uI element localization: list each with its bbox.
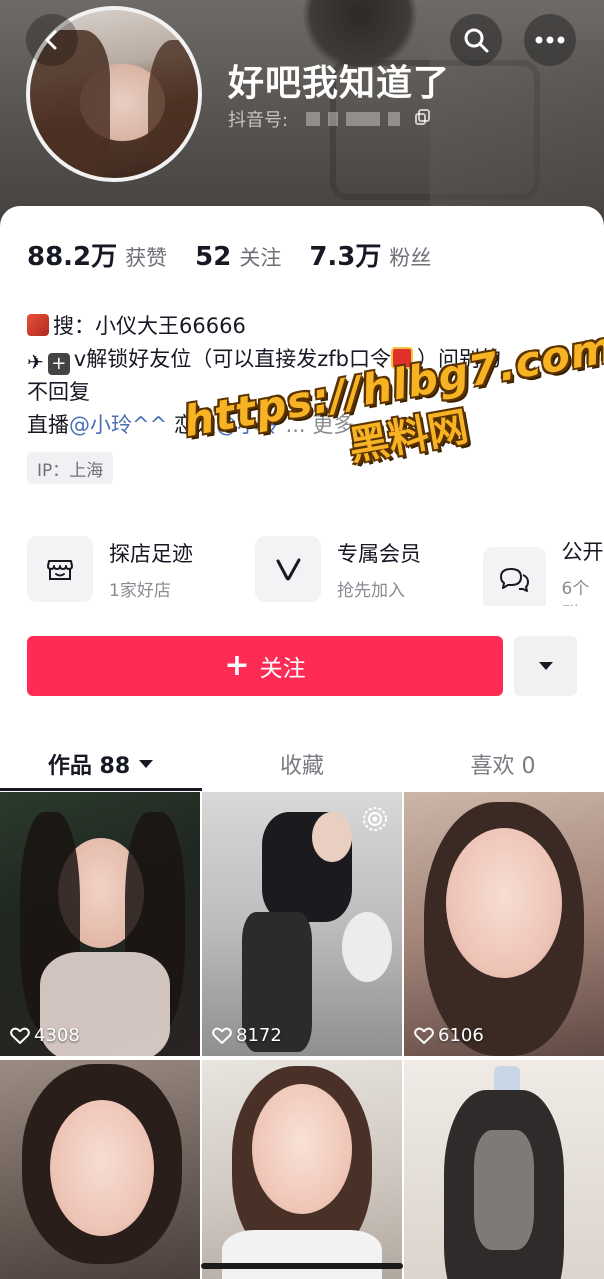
search-icon [464, 28, 489, 53]
tab-label: 收藏 [279, 754, 324, 779]
content-tabs: 作品 88 收藏 喜欢 0 [0, 736, 604, 792]
search-button[interactable] [450, 14, 502, 66]
video-thumbnail[interactable]: 6106 [404, 792, 604, 1056]
plus-emoji-icon: + [47, 353, 70, 375]
mention-link[interactable]: @小玲^^ [69, 413, 167, 437]
stat-label: 粉丝 [389, 246, 432, 270]
recommend-dropdown-button[interactable] [514, 636, 577, 696]
video-thumbnail[interactable]: 8172 [202, 792, 402, 1056]
profile-cover: 好吧我知道了 抖音号: [0, 0, 604, 230]
video-thumbnail[interactable] [404, 1060, 604, 1279]
douyin-id: 抖音号: [228, 106, 432, 132]
more-options-button[interactable] [524, 14, 576, 66]
copy-icon[interactable] [414, 108, 432, 131]
heart-icon [414, 1027, 434, 1044]
nickname: 好吧我知道了 [228, 63, 451, 104]
feature-subtitle: 1家好店 [109, 580, 171, 601]
home-indicator [201, 1263, 403, 1269]
stat-value: 7.3万 [309, 242, 382, 272]
stat-followers[interactable]: 7.3万 粉丝 [309, 236, 431, 273]
feature-subtitle: 抢先加入 [337, 580, 405, 601]
video-thumbnail[interactable] [0, 1060, 200, 1279]
caret-down-icon [139, 760, 154, 768]
feature-membership[interactable]: 专属会员 抢先加入 [255, 536, 421, 602]
douyin-id-label: 抖音号: [228, 110, 289, 131]
scarf-emoji-icon [27, 314, 49, 336]
tab-label: 喜欢 0 [470, 754, 536, 779]
heart-icon [10, 1027, 30, 1044]
vip-v-icon [255, 536, 321, 602]
back-arrow-icon [45, 30, 57, 50]
stat-value: 52 [195, 242, 232, 272]
feature-row: 探店足迹 1家好店 专属会员 抢先加入 公开 6个 [27, 536, 604, 606]
heart-icon [212, 1027, 232, 1044]
feature-store-visits[interactable]: 探店足迹 1家好店 [27, 536, 193, 602]
store-icon [27, 536, 93, 602]
feature-subtitle: 6个群 [561, 579, 590, 606]
profile-page: 好吧我知道了 抖音号: 88.2万 获赞 52 关注 7.3万 粉丝 搜：小仪大… [0, 0, 604, 1279]
bio-line: 搜：小仪大王66666 [27, 310, 567, 343]
live-status-icon [362, 806, 388, 836]
caret-down-icon [538, 662, 553, 670]
feature-group-chats[interactable]: 公开 6个群 [483, 536, 604, 606]
stat-label: 关注 [239, 246, 282, 270]
tab-works[interactable]: 作品 88 [0, 736, 202, 792]
feature-title: 探店足迹 [109, 541, 193, 566]
more-dots-icon [535, 36, 565, 44]
tab-likes[interactable]: 喜欢 0 [402, 736, 604, 792]
tab-favorites[interactable]: 收藏 [202, 736, 402, 792]
stat-likes[interactable]: 88.2万 获赞 [27, 236, 167, 273]
follow-label: 关注 [259, 656, 306, 682]
video-thumbnail[interactable] [202, 1060, 402, 1279]
like-count: 6106 [414, 1025, 484, 1046]
video-thumbnail[interactable]: 4308 [0, 792, 200, 1056]
ip-location-tag: IP：上海 [27, 452, 114, 484]
group-chat-icon [483, 547, 546, 606]
stats-bar: 88.2万 获赞 52 关注 7.3万 粉丝 [27, 236, 459, 273]
stat-value: 88.2万 [27, 242, 118, 272]
stat-label: 获赞 [125, 246, 168, 270]
follow-button[interactable]: + 关注 [27, 636, 503, 696]
plus-icon: + [224, 648, 250, 683]
like-count: 4308 [10, 1025, 80, 1046]
tab-label: 作品 88 [47, 754, 131, 779]
profile-card: 88.2万 获赞 52 关注 7.3万 粉丝 搜：小仪大王66666 ✈ + v解锁… [0, 206, 604, 1279]
tab-active-indicator [0, 788, 202, 791]
feature-title: 专属会员 [337, 541, 421, 566]
back-button[interactable] [26, 14, 78, 66]
stat-following[interactable]: 52 关注 [195, 242, 281, 272]
feature-title: 公开 [561, 540, 604, 564]
airplane-emoji-icon: ✈ [27, 350, 44, 374]
like-count: 8172 [212, 1025, 282, 1046]
